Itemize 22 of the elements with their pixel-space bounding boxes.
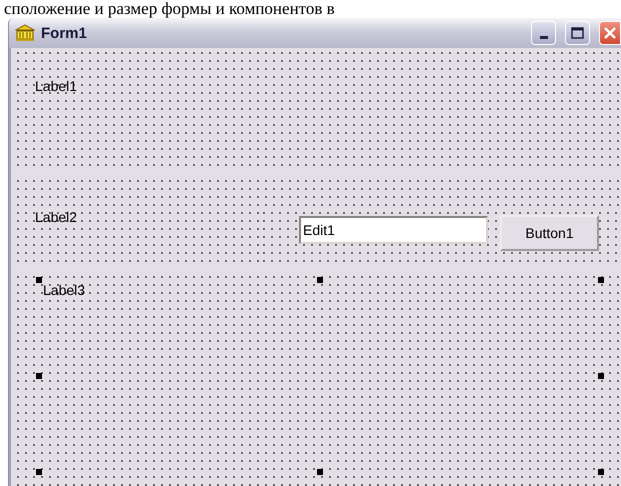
minimize-icon [540, 36, 548, 38]
label: Label2 [35, 209, 78, 225]
maximize-icon [571, 27, 584, 39]
window-title: Form1 [41, 24, 88, 42]
selection-handle[interactable] [598, 469, 604, 475]
selection-handle[interactable] [36, 277, 42, 283]
minimize-button[interactable] [531, 21, 556, 45]
label: Label1 [35, 78, 78, 94]
selection-handle[interactable] [36, 469, 42, 475]
selection-handle[interactable] [598, 277, 604, 283]
label: Label3 [43, 282, 86, 298]
close-icon [603, 26, 617, 40]
form-button[interactable]: Button1 [500, 215, 599, 251]
maximize-button[interactable] [565, 21, 590, 45]
selection-handle[interactable] [598, 373, 604, 379]
close-button[interactable] [599, 21, 621, 45]
selection-handle[interactable] [317, 277, 323, 283]
selection-handle[interactable] [317, 469, 323, 475]
edit-field[interactable]: Edit1 [299, 216, 488, 244]
selection-handle[interactable] [36, 373, 42, 379]
building-icon [15, 24, 35, 42]
document-text: сположение и размер формы и компонентов в [3, 0, 336, 18]
